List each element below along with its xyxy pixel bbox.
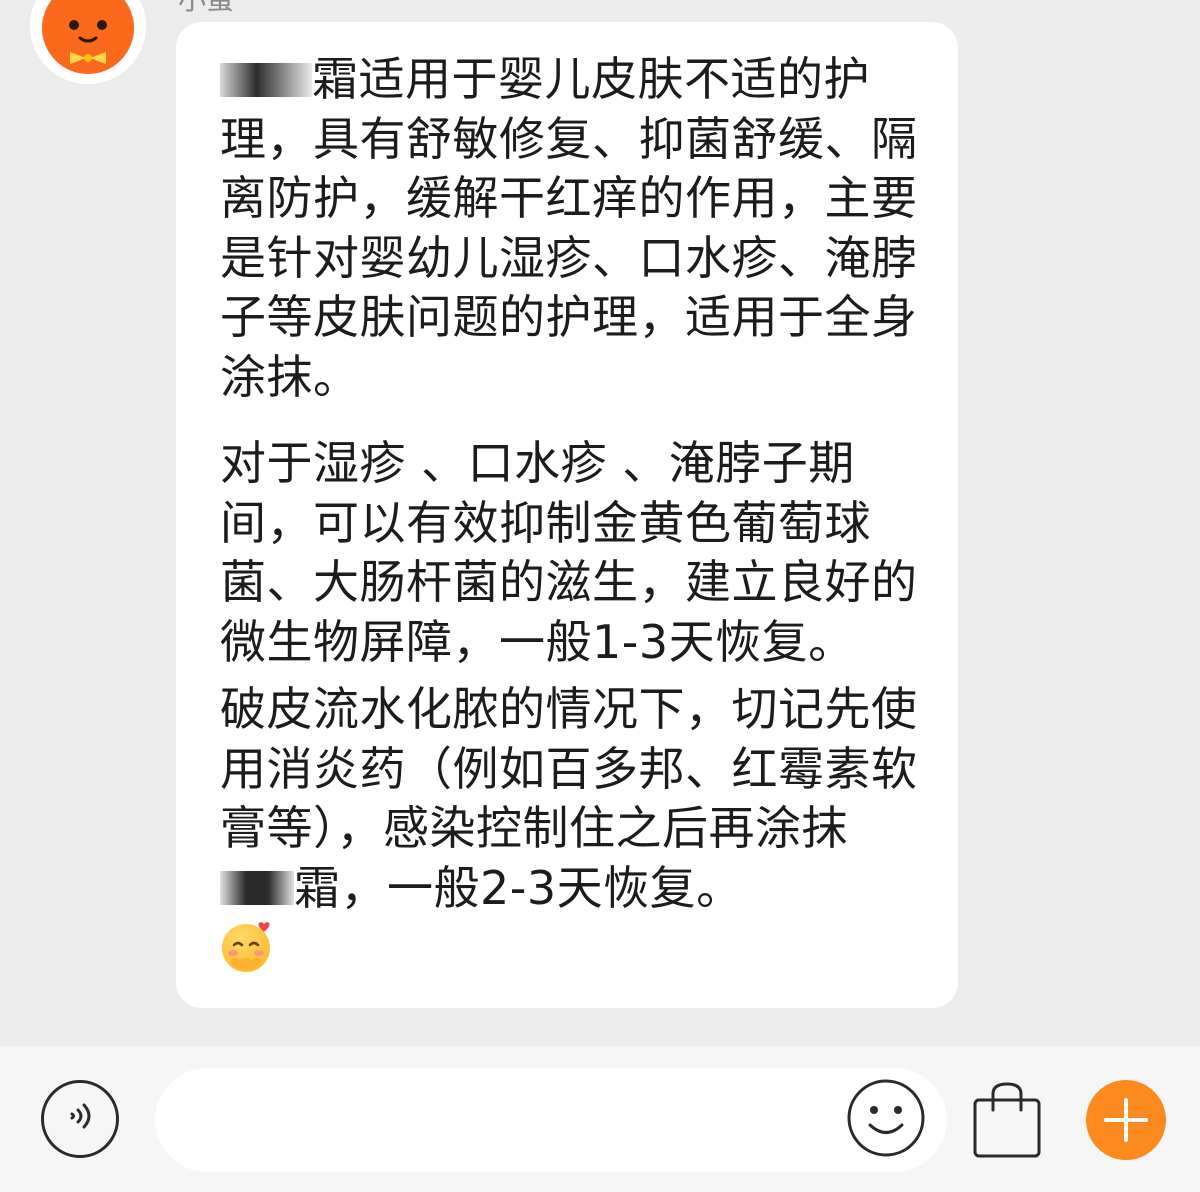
- input-bar: [0, 1046, 1200, 1192]
- smiley-icon: [847, 1079, 925, 1157]
- paragraph-1-text: 霜适用于婴儿皮肤不适的护理，具有舒敏修复、抑菌舒缓、隔离防护，缓解干红痒的作用，…: [220, 52, 918, 404]
- emoji-button[interactable]: [846, 1078, 926, 1158]
- redacted-product-name: [220, 871, 294, 905]
- message-bubble[interactable]: 霜适用于婴儿皮肤不适的护理，具有舒敏修复、抑菌舒缓、隔离防护，缓解干红痒的作用，…: [176, 22, 958, 1008]
- redacted-product-name: [220, 62, 312, 97]
- shopping-bag-button[interactable]: [969, 1080, 1045, 1160]
- paragraph-3-suffix: 霜，一般2-3天恢复。: [294, 860, 743, 915]
- paragraph-3-text: 破皮流水化脓的情况下，切记先使用消炎药（例如百多邦、红霉素软膏等），感染控制住之…: [220, 682, 918, 855]
- smiling-face-hearts-emoji: [220, 918, 276, 974]
- mascot-icon: [30, 0, 146, 84]
- avatar[interactable]: [30, 0, 146, 84]
- more-options-button[interactable]: [1086, 1080, 1166, 1160]
- voice-input-button[interactable]: [41, 1080, 119, 1158]
- shopping-bag-icon: [973, 1082, 1041, 1158]
- voice-icon: [70, 1103, 91, 1129]
- message-input[interactable]: [155, 1068, 947, 1172]
- chat-area: 小蜜 霜适用于婴儿皮肤不适的护理，具有舒敏修复、抑菌舒缓、隔离防护，缓解干红痒的…: [0, 0, 1200, 1046]
- sender-name: 小蜜: [178, 0, 234, 18]
- message-paragraph-1: 霜适用于婴儿皮肤不适的护理，具有舒敏修复、抑菌舒缓、隔离防护，缓解干红痒的作用，…: [220, 50, 920, 407]
- plus-icon: [1104, 1098, 1148, 1142]
- message-paragraph-3: 破皮流水化脓的情况下，切记先使用消炎药（例如百多邦、红霉素软膏等），感染控制住之…: [220, 680, 920, 918]
- message-paragraph-2: 对于湿疹 、口水疹 、淹脖子期间，可以有效抑制金黄色葡萄球菌、大肠杆菌的滋生，建…: [220, 436, 918, 669]
